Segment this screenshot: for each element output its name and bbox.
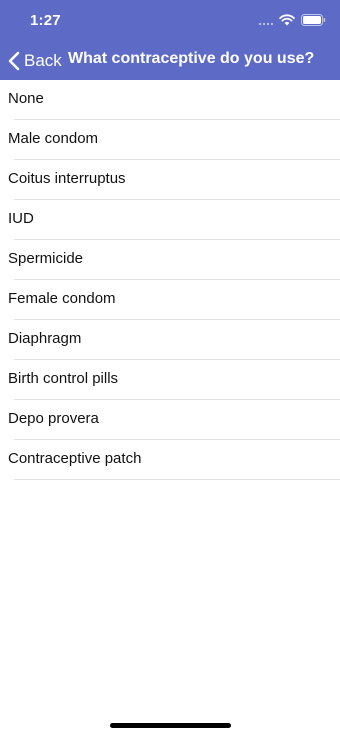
status-time: 1:27	[30, 12, 61, 29]
option-iud[interactable]: IUD	[0, 200, 340, 240]
cellular-signal-icon	[259, 15, 273, 25]
option-label: Coitus interruptus	[8, 170, 126, 187]
option-depo-provera[interactable]: Depo provera	[0, 400, 340, 440]
option-coitus-interruptus[interactable]: Coitus interruptus	[0, 160, 340, 200]
option-male-condom[interactable]: Male condom	[0, 120, 340, 160]
divider	[14, 479, 340, 480]
home-indicator[interactable]	[110, 723, 231, 728]
back-button[interactable]: Back	[8, 50, 62, 72]
option-spermicide[interactable]: Spermicide	[0, 240, 340, 280]
option-birth-control-pills[interactable]: Birth control pills	[0, 360, 340, 400]
chevron-left-icon	[8, 51, 20, 71]
status-bar: 1:27	[0, 0, 340, 40]
option-female-condom[interactable]: Female condom	[0, 280, 340, 320]
option-label: Contraceptive patch	[8, 450, 142, 467]
back-label: Back	[24, 51, 62, 70]
option-label: None	[8, 90, 44, 107]
wifi-icon	[279, 14, 295, 26]
navigation-bar: Back What contraceptive do you use?	[0, 40, 340, 80]
option-diaphragm[interactable]: Diaphragm	[0, 320, 340, 360]
option-label: Diaphragm	[8, 330, 82, 347]
option-label: Male condom	[8, 130, 99, 147]
option-label: Female condom	[8, 290, 116, 307]
option-label: IUD	[8, 210, 34, 227]
option-label: Spermicide	[8, 250, 84, 267]
option-label: Birth control pills	[8, 370, 119, 387]
status-icons	[259, 12, 326, 28]
header: 1:27 Back What contraceptive do you use?	[0, 0, 340, 80]
option-none[interactable]: None	[0, 80, 340, 120]
page-title: What contraceptive do you use?	[68, 50, 315, 67]
option-contraceptive-patch[interactable]: Contraceptive patch	[0, 440, 340, 480]
battery-icon	[301, 14, 326, 26]
option-label: Depo provera	[8, 410, 99, 427]
contraceptive-options-list: None Male condom Coitus interruptus IUD …	[0, 80, 340, 480]
